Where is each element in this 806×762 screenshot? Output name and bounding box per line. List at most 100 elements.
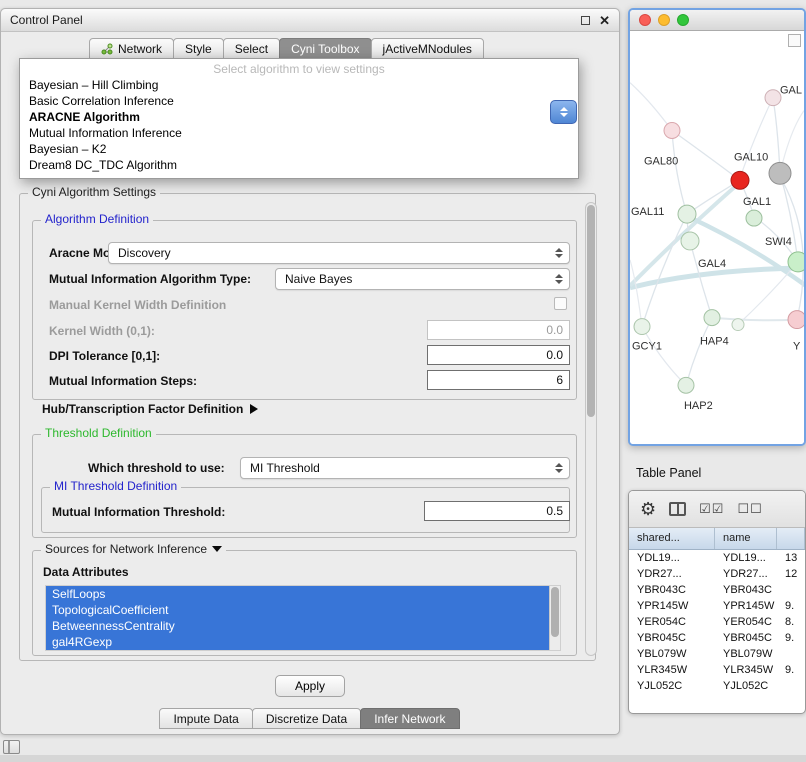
table-row[interactable]: YPR145WYPR145W9. bbox=[629, 598, 805, 614]
minimize-traffic-light[interactable] bbox=[658, 14, 670, 26]
apply-button[interactable]: Apply bbox=[275, 675, 345, 697]
collapse-arrow-icon bbox=[212, 546, 222, 552]
algorithm-definition-title: Algorithm Definition bbox=[41, 212, 153, 226]
node-label: GAL11 bbox=[631, 206, 664, 218]
dropdown-placeholder: Select algorithm to view settings bbox=[20, 62, 578, 77]
algorithm-combo-button[interactable] bbox=[550, 100, 577, 124]
column-header[interactable] bbox=[777, 528, 805, 549]
algorithm-option[interactable]: Bayesian – Hill Climbing bbox=[20, 77, 578, 93]
mi-algorithm-type-combo[interactable]: Naive Bayes bbox=[275, 268, 570, 290]
hub-definition-toggle[interactable]: Hub/Transcription Factor Definition bbox=[42, 402, 258, 416]
mi-threshold-field[interactable]: 0.5 bbox=[424, 501, 570, 521]
settings-scrollbar[interactable] bbox=[585, 202, 597, 656]
close-traffic-light[interactable] bbox=[639, 14, 651, 26]
gear-icon[interactable]: ⚙ bbox=[640, 500, 656, 518]
node-label: Y bbox=[793, 340, 801, 352]
node-swi4[interactable] bbox=[788, 252, 804, 272]
algorithm-option[interactable]: Dream8 DC_TDC Algorithm bbox=[20, 157, 578, 173]
mi-steps-field[interactable]: 6 bbox=[427, 370, 570, 390]
node-gcy1[interactable] bbox=[634, 319, 650, 335]
cyni-algorithm-settings-group: Cyni Algorithm Settings Algorithm Defini… bbox=[19, 193, 596, 661]
node-gal4[interactable] bbox=[681, 232, 699, 250]
algorithm-definition-group: Algorithm Definition Aracne Mode: Discov… bbox=[32, 220, 577, 400]
tab-select[interactable]: Select bbox=[223, 38, 280, 59]
table-row[interactable]: YER054CYER054C8. bbox=[629, 614, 805, 630]
tab-style[interactable]: Style bbox=[173, 38, 224, 59]
tab-impute-data[interactable]: Impute Data bbox=[159, 708, 252, 729]
algorithm-option[interactable]: Basic Correlation Inference bbox=[20, 93, 578, 109]
node-label: GCY1 bbox=[632, 340, 662, 352]
column-header[interactable]: name bbox=[715, 528, 777, 549]
canvas-overview-toggle[interactable] bbox=[788, 34, 801, 47]
attributes-scrollbar[interactable] bbox=[549, 586, 560, 650]
tab-label: jActiveMNodules bbox=[383, 42, 472, 56]
which-threshold-combo[interactable]: MI Threshold bbox=[240, 457, 570, 479]
node-label: SWI4 bbox=[765, 236, 792, 248]
deselect-all-icon[interactable]: ☐☐ bbox=[737, 501, 762, 517]
algorithm-option[interactable]: Mutual Information Inference bbox=[20, 125, 578, 141]
attribute-item[interactable]: BetweennessCentrality bbox=[46, 618, 549, 634]
kernel-width-field[interactable]: 0.0 bbox=[427, 320, 570, 340]
combo-value: Naive Bayes bbox=[285, 272, 352, 286]
mi-algorithm-type-label: Mutual Information Algorithm Type: bbox=[49, 272, 251, 286]
combo-arrows-icon bbox=[555, 463, 563, 473]
table-row[interactable]: YJL052CYJL052C bbox=[629, 678, 805, 694]
attribute-item[interactable]: SelfLoops bbox=[46, 586, 549, 602]
table-panel-window: ⚙ ☑☑ ☐☐ shared... name YDL19...YDL19...1… bbox=[628, 490, 806, 714]
zoom-traffic-light[interactable] bbox=[677, 14, 689, 26]
mi-threshold-label: Mutual Information Threshold: bbox=[52, 505, 225, 519]
tab-discretize-data[interactable]: Discretize Data bbox=[252, 708, 361, 729]
node-gal11[interactable] bbox=[678, 205, 696, 223]
node-center-small[interactable] bbox=[732, 319, 744, 331]
algorithm-option[interactable]: Bayesian – K2 bbox=[20, 141, 578, 157]
aracne-mode-combo[interactable]: Discovery bbox=[108, 242, 570, 264]
table-row[interactable]: YDL19...YDL19...13 bbox=[629, 550, 805, 566]
node-hap4[interactable] bbox=[704, 310, 720, 326]
which-threshold-label: Which threshold to use: bbox=[88, 461, 225, 475]
table-row[interactable]: YBL079WYBL079W bbox=[629, 646, 805, 662]
node-pale-pink[interactable] bbox=[664, 123, 680, 139]
node-label: GAL10 bbox=[734, 151, 768, 163]
close-icon[interactable]: ✕ bbox=[599, 14, 610, 27]
bottom-strip bbox=[0, 755, 806, 762]
tab-jactivemnodules[interactable]: jActiveMNodules bbox=[371, 38, 484, 59]
attribute-item[interactable]: gal4RGexp bbox=[46, 634, 549, 650]
manual-kernel-width-checkbox[interactable] bbox=[554, 297, 567, 310]
tab-label: Select bbox=[235, 42, 268, 56]
select-all-icon[interactable]: ☑☑ bbox=[699, 501, 724, 517]
tab-label: Impute Data bbox=[173, 712, 238, 726]
network-canvas[interactable]: GAL80 GAL10 GAL11 GAL1 SWI4 GAL4 GCY1 HA… bbox=[630, 31, 804, 444]
mi-steps-label: Mutual Information Steps: bbox=[49, 374, 197, 388]
node-gal1[interactable] bbox=[746, 210, 762, 226]
column-header[interactable]: shared... bbox=[629, 528, 715, 549]
table-row[interactable]: YBR043CYBR043C bbox=[629, 582, 805, 598]
table-row[interactable]: YLR345WYLR345W9. bbox=[629, 662, 805, 678]
hide-panel-icon[interactable] bbox=[3, 740, 20, 754]
dpi-tolerance-field[interactable]: 0.0 bbox=[427, 345, 570, 365]
node-pink-right[interactable] bbox=[788, 311, 804, 329]
tab-infer-network[interactable]: Infer Network bbox=[360, 708, 459, 729]
algorithm-option-selected[interactable]: ARACNE Algorithm bbox=[20, 109, 578, 125]
attribute-item[interactable]: TopologicalCoefficient bbox=[46, 602, 549, 618]
node-gray-gal10[interactable] bbox=[769, 162, 791, 184]
node-red-selected[interactable] bbox=[731, 171, 749, 189]
threshold-definition-title: Threshold Definition bbox=[41, 426, 156, 440]
network-window-titlebar[interactable] bbox=[630, 10, 804, 31]
table-row[interactable]: YDR27...YDR27...12 bbox=[629, 566, 805, 582]
node-hap2[interactable] bbox=[678, 377, 694, 393]
float-window-icon[interactable] bbox=[581, 16, 590, 25]
table-row[interactable]: YBR045CYBR045C9. bbox=[629, 630, 805, 646]
data-attributes-list[interactable]: SelfLoops TopologicalCoefficient Between… bbox=[45, 585, 561, 651]
sources-title-label: Sources for Network Inference bbox=[45, 542, 207, 556]
sources-group-title[interactable]: Sources for Network Inference bbox=[41, 542, 226, 556]
control-panel-titlebar[interactable]: Control Panel ✕ bbox=[1, 9, 619, 32]
settings-group-title: Cyni Algorithm Settings bbox=[28, 185, 160, 199]
node-pale-pink-top[interactable] bbox=[765, 90, 781, 106]
column-selector-icon[interactable] bbox=[669, 502, 686, 516]
table-header-row: shared... name bbox=[629, 528, 805, 550]
mi-threshold-definition-group: MI Threshold Definition Mutual Informati… bbox=[41, 487, 570, 533]
network-view-window: GAL80 GAL10 GAL11 GAL1 SWI4 GAL4 GCY1 HA… bbox=[628, 8, 806, 446]
tab-network[interactable]: Network bbox=[89, 38, 174, 59]
network-labels: GAL80 GAL10 GAL11 GAL1 SWI4 GAL4 GCY1 HA… bbox=[631, 85, 802, 412]
tab-cyni-toolbox[interactable]: Cyni Toolbox bbox=[279, 38, 371, 59]
